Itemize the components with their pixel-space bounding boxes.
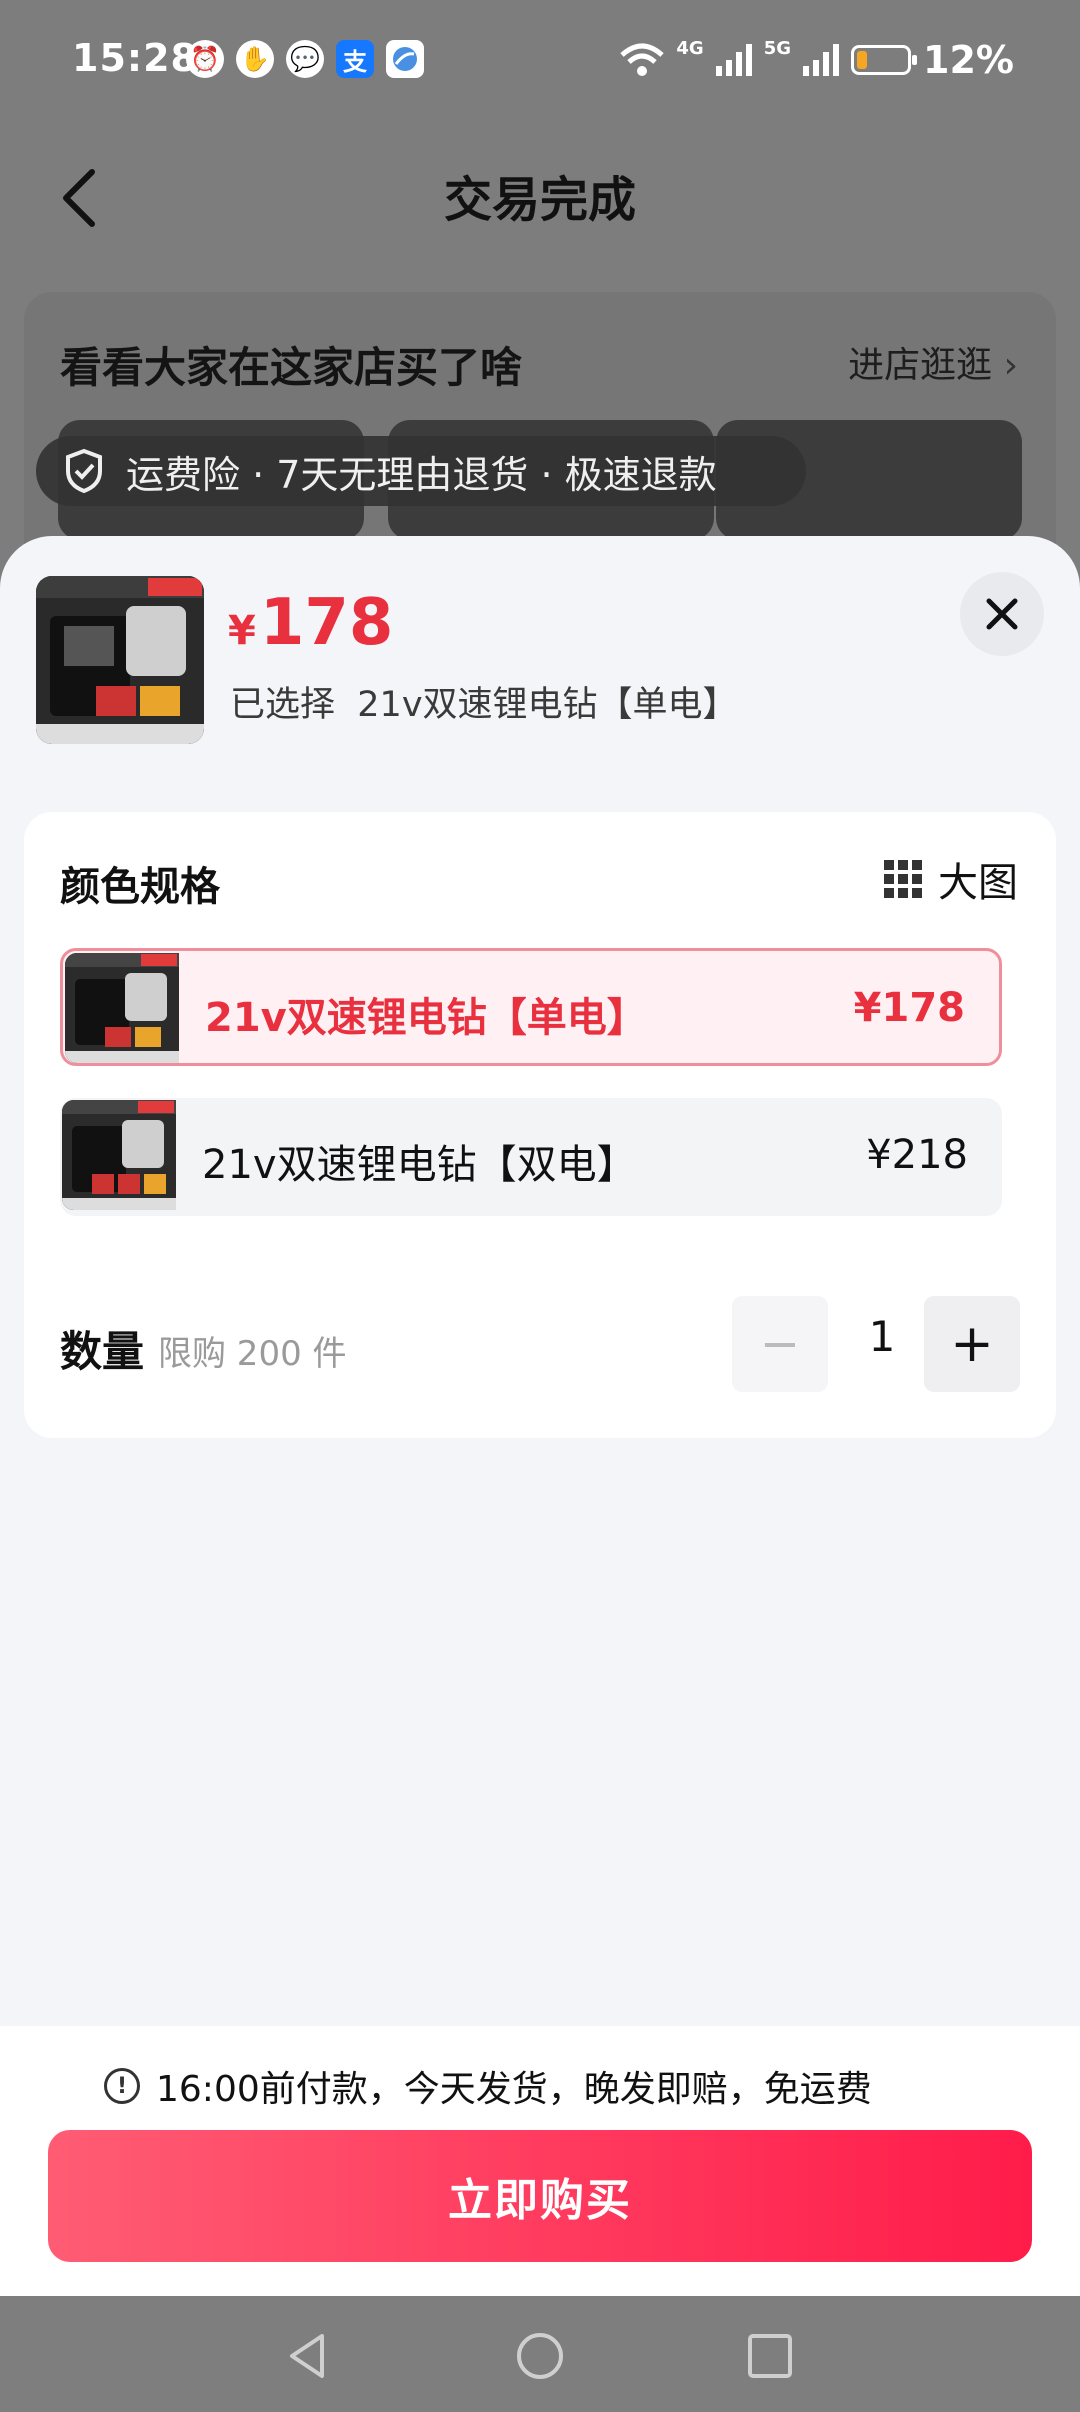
- alipay-icon: 支: [336, 40, 374, 78]
- nav-home-icon[interactable]: [514, 2330, 566, 2382]
- close-button[interactable]: [960, 572, 1044, 656]
- product-image[interactable]: [36, 576, 204, 744]
- sku-option-label: 21v双速锂电钻【单电】: [205, 995, 647, 1041]
- wifi-icon: [620, 43, 665, 76]
- chevron-right-icon: ›: [1003, 345, 1018, 386]
- spec-card: 颜色规格 大图 21v双速锂电钻【单电】 ¥178 21v双速锂电钻【双电】 ¥…: [24, 812, 1056, 1438]
- quantity-decrease-button[interactable]: −: [732, 1296, 828, 1392]
- big-view-label: 大图: [938, 860, 1018, 906]
- sku-option-label: 21v双速锂电钻【双电】: [202, 1142, 637, 1188]
- shipping-notice-text: 16:00前付款，今天发货，晚发即赔，免运费: [156, 2069, 872, 2110]
- close-icon: [986, 598, 1018, 630]
- quantity-limit: 限购 200 件: [158, 1334, 347, 1374]
- hand-icon: ✋: [236, 40, 274, 78]
- quantity-label: 数量: [60, 1327, 145, 1376]
- nav-recents-icon[interactable]: [744, 2330, 796, 2382]
- network-type-2: 5G: [763, 37, 792, 59]
- shield-check-icon: [66, 448, 102, 494]
- network-type-1: 4G: [676, 37, 704, 59]
- status-right: 4G 5G 12%: [620, 38, 1014, 82]
- system-nav-bar: [0, 2296, 1080, 2412]
- status-time: 15:28: [72, 36, 198, 80]
- quantity-increase-button[interactable]: +: [924, 1296, 1020, 1392]
- service-badges-text: 运费险 · 7天无理由退货 · 极速退款: [126, 452, 717, 497]
- shipping-notice: ! 16:00前付款，今天发货，晚发即赔，免运费: [104, 2060, 872, 2112]
- sku-option-single-battery[interactable]: 21v双速锂电钻【单电】 ¥178: [60, 948, 1002, 1066]
- big-view-button[interactable]: 大图: [884, 850, 1018, 908]
- selected-sku-text: 已选择 21v双速锂电钻【单电】: [230, 676, 738, 727]
- shop-section-title: 看看大家在这家店买了啥: [60, 343, 523, 392]
- signal-bars-icon-2: [803, 44, 840, 76]
- service-badge-bar: 运费险 · 7天无理由退货 · 极速退款: [36, 436, 806, 506]
- enter-shop-link[interactable]: 进店逛逛 ›: [848, 336, 1018, 388]
- checkout-footer: ! 16:00前付款，今天发货，晚发即赔，免运费 立即购买: [0, 2026, 1080, 2296]
- battery-percent: 12%: [923, 38, 1014, 82]
- alarm-icon: ⏰: [186, 40, 224, 78]
- browser-icon: [386, 40, 424, 78]
- sku-option-price: ¥178: [853, 985, 965, 1031]
- selected-value: 21v双速锂电钻【单电】: [357, 685, 738, 725]
- spec-title: 颜色规格: [60, 864, 220, 910]
- sku-option-price: ¥218: [866, 1132, 968, 1178]
- sku-option-image: [62, 1100, 176, 1210]
- status-bar: 15:28 ⏰ ✋ 💬 支 4G 5G 12%: [0, 0, 1080, 128]
- selected-prefix: 已选择: [230, 685, 336, 725]
- buy-now-button[interactable]: 立即购买: [48, 2130, 1032, 2262]
- notification-icons: ⏰ ✋ 💬 支: [186, 40, 424, 78]
- battery-icon: [851, 45, 918, 75]
- enter-shop-label: 进店逛逛: [848, 345, 993, 386]
- quantity-value[interactable]: 1: [854, 1312, 910, 1361]
- signal-bars-icon: [715, 44, 752, 76]
- current-price: ¥178: [228, 586, 393, 660]
- sku-selection-sheet: ¥178 已选择 21v双速锂电钻【单电】 颜色规格 大图 21v双速锂电钻【单…: [0, 536, 1080, 2296]
- price-value: 178: [259, 586, 394, 660]
- wechat-icon: 💬: [286, 40, 324, 78]
- sku-option-double-battery[interactable]: 21v双速锂电钻【双电】 ¥218: [60, 1098, 1002, 1216]
- sku-option-image: [65, 953, 179, 1063]
- nav-back-icon[interactable]: [282, 2330, 334, 2382]
- info-icon: !: [104, 2068, 140, 2104]
- currency-symbol: ¥: [228, 608, 256, 654]
- grid-icon: [884, 860, 922, 898]
- page-title: 交易完成: [443, 172, 636, 228]
